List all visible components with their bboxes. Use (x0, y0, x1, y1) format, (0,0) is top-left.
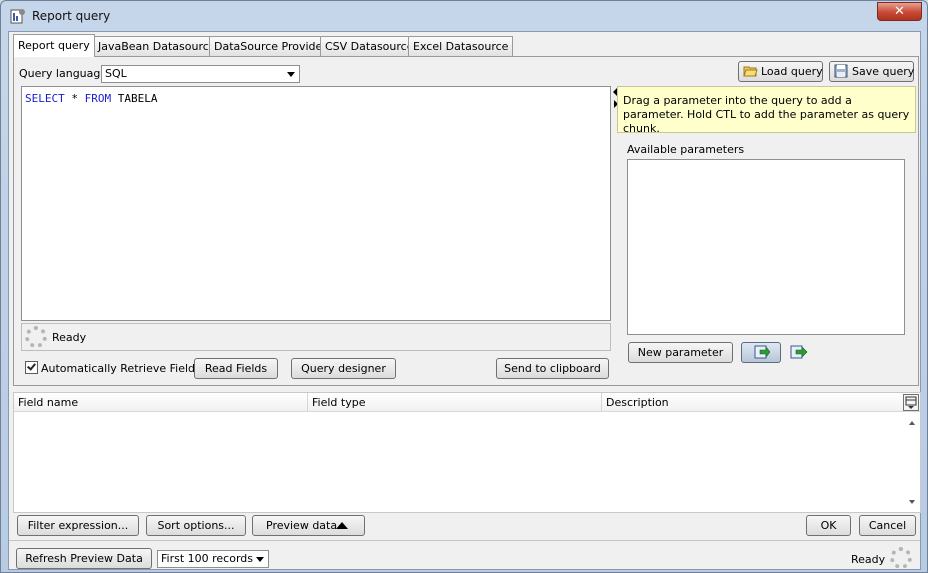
sql-table-name: TABELA (111, 92, 158, 105)
query-designer-button[interactable]: Query designer (291, 358, 396, 379)
title-bar[interactable]: Report query ✕ (1, 1, 927, 31)
sql-keyword-select: SELECT (25, 92, 65, 105)
query-status-strip: Ready (21, 323, 611, 351)
column-header-field-name[interactable]: Field name (14, 393, 308, 412)
folder-open-icon (743, 64, 758, 78)
save-query-label: Save query (852, 65, 915, 78)
query-language-value: SQL (105, 67, 127, 80)
tab-report-query[interactable]: Report query (13, 34, 95, 57)
window-title: Report query (32, 9, 111, 23)
records-limit-value: First 100 records (161, 552, 254, 565)
read-fields-button[interactable]: Read Fields (194, 358, 278, 379)
refresh-preview-data-button[interactable]: Refresh Preview Data (16, 548, 152, 569)
load-query-button[interactable]: Load query (738, 61, 823, 82)
parameter-insert-icon (754, 345, 770, 360)
preview-status-text: Ready (851, 553, 886, 566)
cancel-button[interactable]: Cancel (859, 515, 916, 536)
column-header-description[interactable]: Description (602, 393, 900, 412)
save-disk-icon (834, 64, 848, 78)
column-chooser-icon[interactable] (903, 394, 919, 411)
preview-data-label: Preview data (266, 519, 338, 532)
chevron-down-icon (287, 72, 295, 77)
sql-token: * (64, 92, 85, 105)
checkmark-icon (27, 361, 36, 371)
close-window-button[interactable]: ✕ (877, 2, 922, 21)
sql-query-text: SELECT * FROM TABELA (25, 92, 157, 105)
chevron-up-icon (336, 522, 348, 529)
tab-csv-datasource[interactable]: CSV Datasource (320, 36, 419, 56)
tab-javabean-datasource[interactable]: JavaBean Datasource (93, 36, 221, 56)
query-status-text: Ready (52, 331, 87, 344)
report-app-icon (10, 8, 26, 24)
auto-retrieve-fields-label: Automatically Retrieve Fields (41, 362, 201, 375)
available-parameters-label: Available parameters (627, 143, 745, 156)
query-language-label: Query language (19, 67, 108, 80)
close-icon: ✕ (894, 4, 905, 19)
fields-table-header: Field name Field type Description (13, 392, 921, 412)
auto-retrieve-fields-checkbox[interactable] (25, 361, 38, 374)
filter-expression-button[interactable]: Filter expression... (17, 515, 139, 536)
report-query-panel: Query language SQL Load query Save query… (13, 56, 919, 386)
sql-keyword-from: FROM (84, 92, 112, 105)
sql-query-editor[interactable]: SELECT * FROM TABELA (21, 86, 611, 321)
new-parameter-button[interactable]: New parameter (628, 342, 733, 363)
preview-loading-spinner-icon (890, 547, 912, 569)
fields-table-body[interactable] (13, 412, 921, 513)
loading-spinner-icon (25, 326, 47, 348)
fields-table-scrollbar[interactable] (904, 412, 920, 512)
report-query-window: Report query ✕ Report query JavaBean Dat… (0, 0, 928, 573)
parameter-hint: Drag a parameter into the query to add a… (617, 86, 916, 135)
column-header-field-type[interactable]: Field type (308, 393, 602, 412)
parameter-chunk-icon[interactable] (790, 344, 808, 360)
add-parameter-to-query-button[interactable] (741, 342, 781, 363)
tab-excel-datasource[interactable]: Excel Datasource (408, 36, 514, 56)
query-language-select[interactable]: SQL (101, 65, 300, 83)
load-query-label: Load query (761, 65, 823, 78)
send-to-clipboard-button[interactable]: Send to clipboard (496, 358, 609, 379)
tab-datasource-provider[interactable]: DataSource Provider (209, 36, 332, 56)
records-limit-select[interactable]: First 100 records (157, 550, 269, 568)
footer-divider (9, 540, 920, 541)
save-query-button[interactable]: Save query (829, 61, 914, 82)
sort-options-button[interactable]: Sort options... (146, 515, 246, 536)
available-parameters-list[interactable] (627, 159, 905, 335)
dialog-client-area: Report query JavaBean Datasource DataSou… (8, 31, 921, 570)
ok-button[interactable]: OK (806, 515, 851, 536)
preview-data-button[interactable]: Preview data (252, 515, 365, 536)
chevron-down-icon (256, 557, 264, 562)
